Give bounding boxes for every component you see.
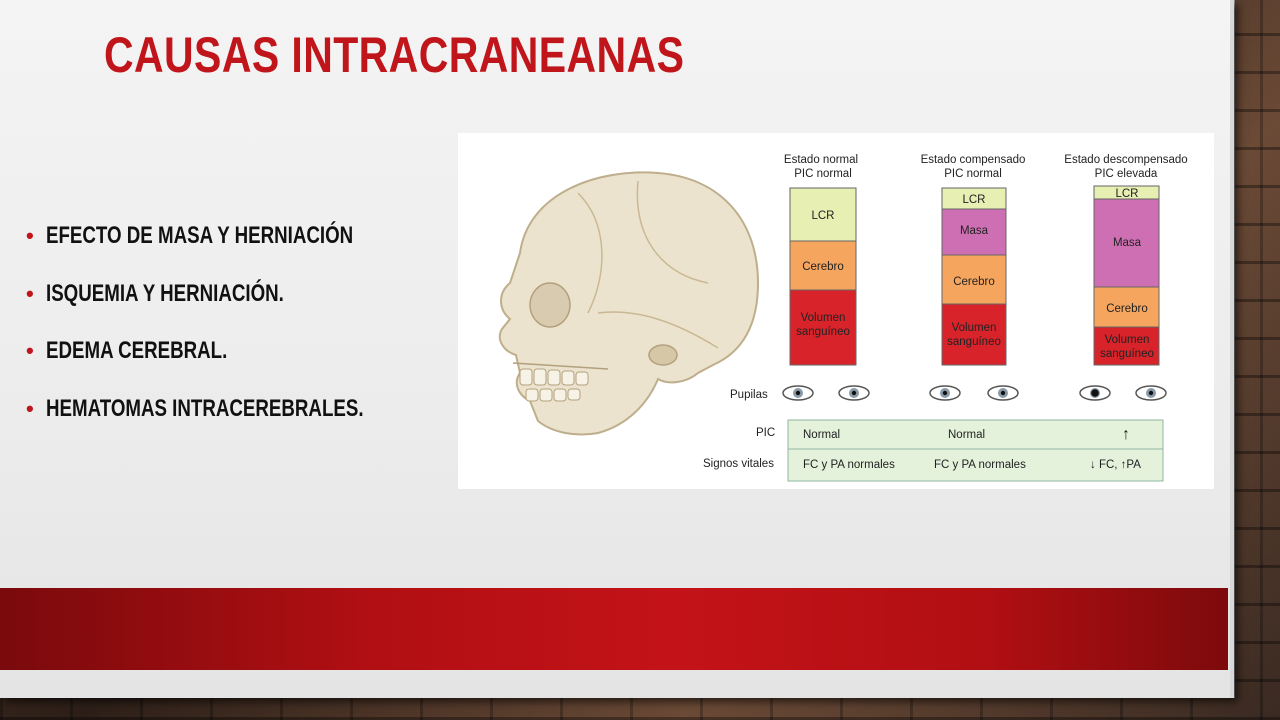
col2-subheading: PIC normal: [944, 168, 1002, 180]
col1-subheading: PIC normal: [794, 168, 852, 180]
pic-value-1: Normal: [803, 429, 840, 441]
intracranial-pressure-figure: Estado normal PIC normal Estado compensa…: [458, 133, 1214, 489]
col3-bar: LCR Masa Cerebro Volumen sanguíneo: [1093, 185, 1160, 366]
masa-label: Masa: [1113, 237, 1142, 249]
eye-dilated-icon: [1079, 385, 1111, 401]
bullet-dot-icon: •: [26, 223, 34, 248]
volumen-segment: [941, 303, 1007, 366]
lcr-label: LCR: [1115, 188, 1138, 200]
eye-icon: [838, 385, 870, 401]
bullet-dot-icon: •: [26, 280, 34, 306]
col3-heading: Estado descompensado: [1064, 154, 1187, 166]
cerebro-label: Cerebro: [953, 276, 995, 288]
volumen-label: Volumen: [952, 322, 997, 334]
figure-svg: Estado normal PIC normal Estado compensa…: [498, 154, 1188, 482]
eye-icon: [929, 385, 961, 401]
eye-icon: [987, 385, 1019, 401]
eye-icon: [782, 385, 814, 401]
slide-title: CAUSAS INTRACRANEANAS: [104, 27, 685, 83]
signos-value-1: FC y PA normales: [803, 459, 895, 471]
cerebro-label: Cerebro: [802, 261, 844, 273]
col3-subheading: PIC elevada: [1095, 168, 1158, 180]
col2-bar: LCR Masa Cerebro Volumen sanguíneo: [941, 187, 1007, 366]
eye-socket: [529, 282, 571, 328]
col2-heading: Estado compensado: [921, 154, 1026, 166]
volumen-label: Volumen: [1105, 334, 1150, 346]
pic-value-2: Normal: [948, 429, 985, 441]
status-table: Normal Normal ↑ FC y PA normales FC y PA…: [787, 419, 1164, 482]
slide: CAUSAS INTRACRANEANAS • EFECTO DE MASA Y …: [0, 0, 1234, 698]
bullet-dot-icon: •: [26, 395, 34, 421]
volumen-label-2: sanguíneo: [1100, 348, 1154, 360]
bullet-dot-icon: •: [26, 338, 34, 363]
bullet-item: • EDEMA CEREBRAL.: [26, 337, 228, 364]
col1-bar: LCR Cerebro Volumen sanguíneo: [789, 187, 857, 366]
bullet-list: • EFECTO DE MASA Y HERNIACIÓN • ISQUEMIA Y…: [26, 222, 453, 452]
lcr-label: LCR: [962, 194, 985, 206]
col1-heading: Estado normal: [784, 154, 858, 166]
eye-icon: [1135, 385, 1167, 401]
volumen-label: Volumen: [801, 312, 846, 324]
pupilas-row-label: Pupilas: [730, 389, 768, 401]
cerebro-label: Cerebro: [1106, 303, 1148, 315]
signos-row-label: Signos vitales: [703, 458, 774, 470]
skull-illustration: [498, 171, 760, 436]
bullet-item: • ISQUEMIA Y HERNIACIÓN.: [26, 279, 284, 307]
signos-value-3: ↓ FC, ↑PA: [1090, 459, 1141, 471]
pic-value-3: ↑: [1122, 426, 1130, 443]
footer-red-bar: [0, 588, 1228, 670]
volumen-label-2: sanguíneo: [796, 326, 850, 338]
pupils-row: [782, 385, 1167, 401]
bullet-item: • HEMATOMAS INTRACEREBRALES.: [26, 394, 364, 422]
volumen-label-2: sanguíneo: [947, 336, 1001, 348]
lcr-label: LCR: [811, 210, 834, 222]
pic-row-label: PIC: [756, 427, 775, 439]
masa-label: Masa: [960, 225, 989, 237]
signos-value-2: FC y PA normales: [934, 459, 1026, 471]
bullet-item: • EFECTO DE MASA Y HERNIACIÓN: [26, 222, 354, 249]
